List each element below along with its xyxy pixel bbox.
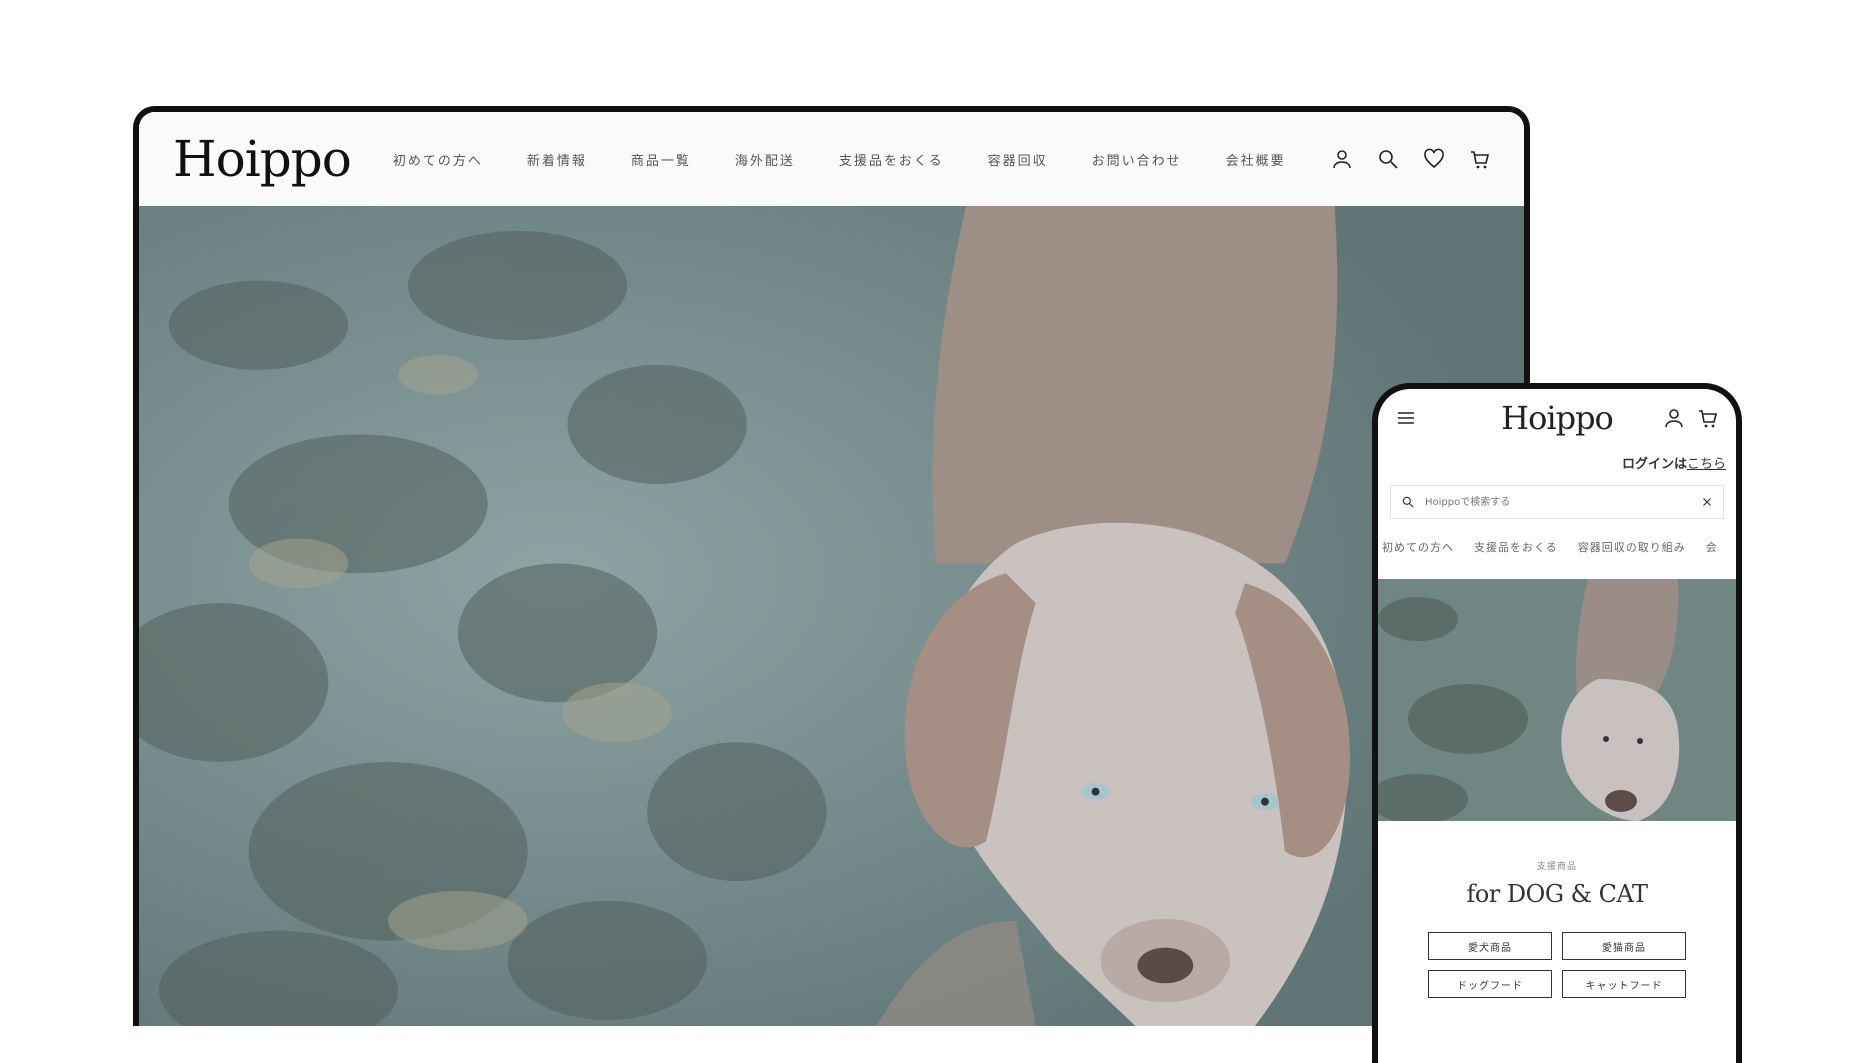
nav-company[interactable]: 会社概要 bbox=[1226, 150, 1286, 169]
desktop-header: Hoippo 初めての方へ 新着情報 商品一覧 海外配送 支援品をおくる 容器回… bbox=[139, 112, 1524, 206]
mobile-mockup: Hoippo ログインはこちら 初めての方へ 支援品をおくる 容器回収の取り組み… bbox=[1372, 383, 1742, 1063]
support-products-section: 支援商品 for DOG & CAT bbox=[1378, 859, 1736, 908]
nav-first-time[interactable]: 初めての方へ bbox=[393, 150, 483, 169]
search-input[interactable] bbox=[1423, 495, 1701, 509]
login-prefix: ログインは bbox=[1621, 457, 1687, 472]
tab-first-time[interactable]: 初めての方へ bbox=[1382, 539, 1454, 555]
cart-icon[interactable] bbox=[1468, 147, 1492, 171]
dog-in-water-photo bbox=[139, 206, 1524, 1026]
desktop-mockup: Hoippo 初めての方へ 新着情報 商品一覧 海外配送 支援品をおくる 容器回… bbox=[133, 106, 1530, 1026]
search-box[interactable] bbox=[1390, 485, 1724, 519]
tab-send-support[interactable]: 支援品をおくる bbox=[1474, 539, 1558, 555]
heart-icon[interactable] bbox=[1422, 147, 1446, 171]
mobile-dog-photo bbox=[1378, 579, 1736, 821]
search-icon[interactable] bbox=[1376, 147, 1400, 171]
search-icon bbox=[1402, 496, 1414, 508]
header-icons bbox=[1330, 147, 1492, 171]
account-icon[interactable] bbox=[1330, 147, 1354, 171]
cart-icon[interactable] bbox=[1696, 406, 1720, 430]
mobile-header: Hoippo bbox=[1378, 389, 1736, 447]
nav-overseas-shipping[interactable]: 海外配送 bbox=[735, 150, 795, 169]
site-logo[interactable]: Hoippo bbox=[173, 134, 352, 184]
close-icon[interactable] bbox=[1701, 496, 1713, 508]
section-title: for DOG & CAT bbox=[1466, 880, 1648, 908]
nav-news[interactable]: 新着情報 bbox=[527, 150, 587, 169]
cat-products-button[interactable]: 愛猫商品 bbox=[1562, 932, 1686, 960]
dog-products-button[interactable]: 愛犬商品 bbox=[1428, 932, 1552, 960]
category-buttons: 愛犬商品 愛猫商品 ドッグフード キャットフード bbox=[1428, 932, 1686, 998]
nav-send-support[interactable]: 支援品をおくる bbox=[839, 150, 944, 169]
tab-company[interactable]: 会 bbox=[1706, 539, 1718, 555]
account-icon[interactable] bbox=[1662, 406, 1686, 430]
nav-contact[interactable]: お問い合わせ bbox=[1092, 150, 1182, 169]
login-link-row[interactable]: ログインはこちら bbox=[1622, 453, 1726, 472]
mobile-tabs: 初めての方へ 支援品をおくる 容器回収の取り組み 会 bbox=[1382, 539, 1718, 555]
section-kicker: 支援商品 bbox=[1536, 862, 1577, 872]
cat-food-button[interactable]: キャットフード bbox=[1562, 970, 1686, 998]
mobile-header-icons bbox=[1662, 406, 1720, 430]
main-nav: 初めての方へ 新着情報 商品一覧 海外配送 支援品をおくる 容器回収 お問い合わ… bbox=[393, 150, 1330, 169]
dog-food-button[interactable]: ドッグフード bbox=[1428, 970, 1552, 998]
login-link[interactable]: こちら bbox=[1687, 457, 1726, 472]
hero-image bbox=[139, 206, 1524, 1026]
nav-container-recovery[interactable]: 容器回収 bbox=[988, 150, 1048, 169]
tab-container-recovery[interactable]: 容器回収の取り組み bbox=[1578, 539, 1686, 555]
mobile-hero-image bbox=[1378, 579, 1736, 821]
nav-products[interactable]: 商品一覧 bbox=[631, 150, 691, 169]
